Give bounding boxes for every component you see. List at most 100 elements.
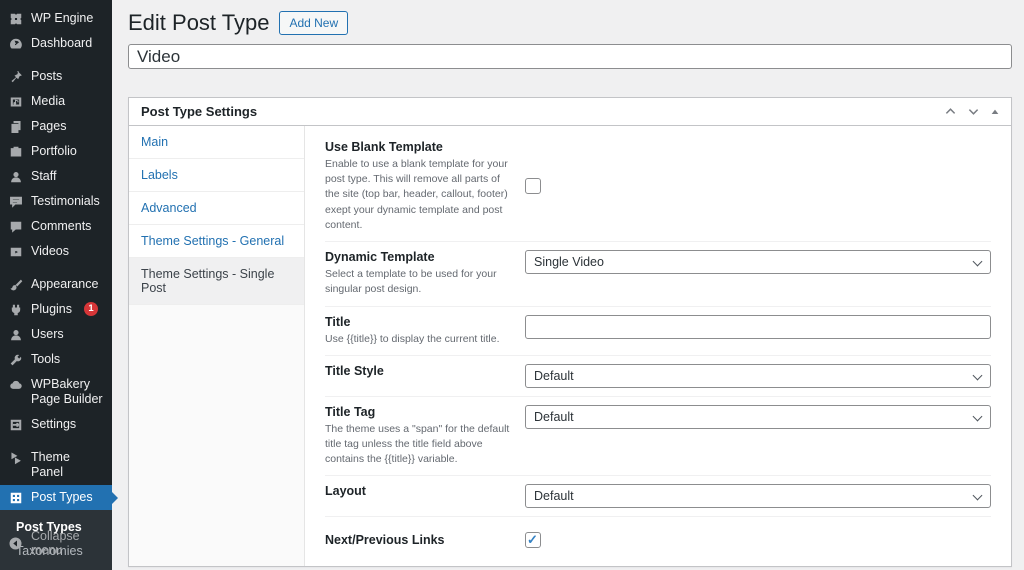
grid-icon [8, 490, 23, 505]
settings-tab-list: Main Labels Advanced Theme Settings - Ge… [129, 126, 305, 566]
sidebar-item-settings[interactable]: Settings [0, 412, 112, 437]
field-title-style: Title Style Default [325, 356, 991, 397]
panel-title: Post Type Settings [141, 104, 258, 119]
sidebar-item-dashboard[interactable]: Dashboard [0, 31, 112, 56]
sidebar-item-theme-panel[interactable]: Theme Panel [0, 445, 112, 485]
field-description: Select a template to be used for your si… [325, 268, 497, 296]
tab-theme-settings-single-post[interactable]: Theme Settings - Single Post [129, 258, 304, 305]
comment-bubble-icon [8, 219, 23, 234]
tab-main[interactable]: Main [129, 126, 304, 159]
sidebar-item-label: Pages [31, 119, 67, 133]
sidebar-item-label: Testimonials [31, 194, 100, 208]
title-style-select[interactable]: Default [525, 363, 991, 388]
sidebar-item-posts[interactable]: Posts [0, 64, 112, 89]
sidebar-item-plugins[interactable]: Plugins 1 [0, 297, 112, 322]
wp-engine-icon [8, 11, 23, 26]
panel-header[interactable]: Post Type Settings [129, 98, 1011, 126]
testimonial-bubble-icon [8, 194, 23, 209]
tab-labels[interactable]: Labels [129, 159, 304, 192]
sidebar-item-label: Portfolio [31, 144, 77, 158]
briefcase-icon [8, 144, 23, 159]
sidebar-item-media[interactable]: Media [0, 89, 112, 114]
sidebar-item-users[interactable]: Users [0, 322, 112, 347]
collapse-arrow-icon [8, 536, 23, 551]
sidebar-item-tools[interactable]: Tools [0, 347, 112, 372]
cloud-icon [8, 377, 23, 392]
sidebar-item-staff[interactable]: Staff [0, 164, 112, 189]
field-description: Use {{title}} to display the current tit… [325, 332, 500, 345]
field-label: Layout [325, 484, 366, 499]
sidebar-item-pages[interactable]: Pages [0, 114, 112, 139]
person-icon [8, 169, 23, 184]
panel-controls [945, 106, 999, 117]
panel-body: Main Labels Advanced Theme Settings - Ge… [129, 126, 1011, 566]
wrench-icon [8, 352, 23, 367]
theme-panel-icon [8, 450, 23, 465]
settings-fields: Use Blank Template Enable to use a blank… [305, 126, 1011, 566]
sidebar-item-videos[interactable]: Videos [0, 239, 112, 264]
field-description: Enable to use a blank template for your … [325, 158, 508, 231]
tab-theme-settings-general[interactable]: Theme Settings - General [129, 225, 304, 258]
layout-select[interactable]: Default [525, 484, 991, 509]
sidebar-item-label: Users [31, 327, 64, 341]
sidebar-item-label: Settings [31, 417, 77, 431]
collapse-menu-label: Collapse menu [31, 529, 80, 557]
collapse-menu-button[interactable]: Collapse menu [0, 524, 112, 562]
video-icon [8, 244, 23, 259]
next-previous-links-checkbox[interactable] [525, 532, 541, 549]
field-label: Next/Previous Links [325, 533, 445, 548]
add-new-button[interactable]: Add New [279, 11, 349, 35]
sidebar-item-wpbakery[interactable]: WPBakery Page Builder [0, 372, 112, 412]
sidebar-item-label: Dashboard [31, 36, 93, 50]
toggle-panel-icon[interactable] [991, 108, 999, 116]
sidebar-item-label: Posts [31, 69, 63, 83]
page-title: Edit Post Type [128, 10, 270, 35]
sidebar-item-testimonials[interactable]: Testimonials [0, 189, 112, 214]
field-title: Title Use {{title}} to display the curre… [325, 307, 991, 356]
sidebar-item-post-types[interactable]: Post Types [0, 485, 118, 510]
field-layout: Layout Default [325, 476, 991, 518]
move-down-icon[interactable] [968, 106, 979, 117]
main-content: Edit Post Type Add New Post Type Setting… [112, 0, 1024, 570]
title-template-input[interactable] [525, 314, 991, 339]
tab-advanced[interactable]: Advanced [129, 192, 304, 225]
media-icon [8, 94, 23, 109]
dynamic-template-select[interactable]: Single Video [525, 250, 991, 275]
admin-sidebar: WP Engine Dashboard Posts Media Pages Po… [0, 0, 118, 570]
paintbrush-icon [8, 277, 23, 292]
settings-sliders-icon [8, 417, 23, 432]
field-label: Title Tag [325, 404, 376, 419]
sidebar-item-wp-engine[interactable]: WP Engine [0, 6, 112, 31]
dashboard-icon [8, 36, 23, 51]
field-label: Dynamic Template [325, 250, 435, 265]
sidebar-item-label: Post Types [31, 490, 93, 504]
post-type-settings-panel: Post Type Settings Main Labels Advanced … [128, 97, 1012, 567]
field-use-blank-template: Use Blank Template Enable to use a blank… [325, 132, 991, 243]
field-label: Use Blank Template [325, 140, 443, 154]
sidebar-item-label: Media [31, 94, 66, 108]
sidebar-item-comments[interactable]: Comments [0, 214, 112, 239]
pushpin-icon [8, 69, 23, 84]
sidebar-item-label: Staff [31, 169, 57, 183]
sidebar-item-label: Comments [31, 219, 92, 233]
field-dynamic-template: Dynamic Template Select a template to be… [325, 242, 991, 307]
page-header: Edit Post Type Add New [128, 9, 1012, 37]
sidebar-item-label: Theme Panel [31, 450, 70, 479]
title-tag-select[interactable]: Default [525, 404, 991, 429]
sidebar-item-label: Plugins [31, 302, 72, 316]
field-title-tag: Title Tag The theme uses a "span" for th… [325, 397, 991, 477]
field-description: The theme uses a "span" for the default … [325, 422, 510, 466]
sidebar-item-label: Tools [31, 352, 61, 366]
blank-template-checkbox[interactable] [525, 178, 541, 195]
plugin-icon [8, 302, 23, 317]
field-label: Title [325, 314, 351, 329]
post-type-title-input[interactable] [128, 44, 1012, 69]
sidebar-item-portfolio[interactable]: Portfolio [0, 139, 112, 164]
pages-icon [8, 119, 23, 134]
plugins-update-badge: 1 [84, 302, 98, 316]
sidebar-item-label: Appearance [31, 277, 99, 291]
move-up-icon[interactable] [945, 106, 956, 117]
sidebar-item-appearance[interactable]: Appearance [0, 272, 112, 297]
sidebar-item-label: WP Engine [31, 11, 94, 25]
field-label: Title Style [325, 363, 384, 378]
